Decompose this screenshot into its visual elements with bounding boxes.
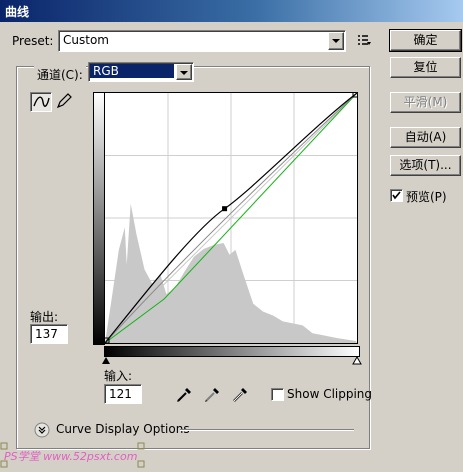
output-label: 输出: bbox=[30, 310, 59, 324]
white-point-slider[interactable] bbox=[352, 356, 362, 365]
watermark-logo: PS学堂 www.52psxt.com bbox=[0, 442, 145, 468]
preset-value: Custom bbox=[63, 33, 109, 47]
input-gradient-bar bbox=[104, 346, 360, 357]
preset-dropdown-button[interactable] bbox=[328, 32, 344, 50]
preview-checkbox[interactable] bbox=[390, 189, 403, 202]
output-value: 137 bbox=[35, 327, 58, 341]
channel-select[interactable]: RGB bbox=[88, 62, 194, 82]
input-label: 输入: bbox=[104, 369, 133, 383]
preview-label: 预览(P) bbox=[406, 190, 447, 204]
window-title: 曲线 bbox=[5, 5, 30, 19]
watermark-text: PS学堂 www.52psxt.com bbox=[4, 450, 137, 463]
curve-tool-icon bbox=[33, 96, 50, 107]
options-button[interactable]: 选项(T)... bbox=[390, 155, 461, 176]
channel-value: RGB bbox=[93, 64, 119, 78]
control-point bbox=[222, 206, 228, 212]
white-eyedropper-icon[interactable] bbox=[231, 386, 249, 404]
input-value: 121 bbox=[109, 387, 132, 401]
watermark: PS学堂 www.52psxt.com bbox=[0, 442, 160, 469]
pencil-tool-icon[interactable] bbox=[55, 92, 73, 110]
curves-graph[interactable] bbox=[104, 92, 358, 344]
gray-eyedropper-icon[interactable] bbox=[203, 386, 221, 404]
checkmark-icon bbox=[392, 191, 401, 200]
channel-label: 通道(C): bbox=[34, 66, 86, 83]
curve-tool-button[interactable] bbox=[30, 92, 52, 112]
output-field[interactable]: 137 bbox=[30, 324, 68, 344]
show-clipping-label: Show Clipping bbox=[287, 387, 373, 401]
show-clipping-checkbox[interactable] bbox=[271, 388, 284, 401]
preset-label: Preset: bbox=[12, 34, 54, 48]
smooth-button[interactable]: 平滑(M) bbox=[390, 92, 461, 113]
black-eyedropper-icon[interactable] bbox=[175, 386, 193, 404]
channel-dropdown-button[interactable] bbox=[176, 64, 192, 80]
curve-display-options-label[interactable]: Curve Display Options bbox=[56, 422, 190, 436]
title-bar: 曲线 bbox=[0, 0, 463, 22]
reset-button[interactable]: 复位 bbox=[390, 57, 461, 78]
preset-options-icon[interactable] bbox=[357, 34, 371, 46]
expand-icon[interactable] bbox=[34, 422, 50, 438]
options-divider bbox=[180, 429, 354, 431]
preset-select[interactable]: Custom bbox=[58, 30, 346, 52]
auto-button[interactable]: 自动(A) bbox=[390, 127, 461, 148]
input-field[interactable]: 121 bbox=[104, 384, 142, 404]
ok-button[interactable]: 确定 bbox=[389, 29, 462, 52]
black-point-slider[interactable] bbox=[101, 356, 111, 365]
